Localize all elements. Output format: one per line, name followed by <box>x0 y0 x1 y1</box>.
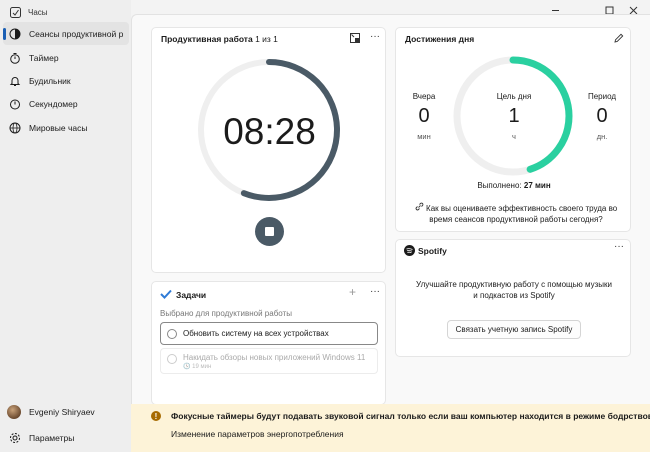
user-account[interactable]: Evgeniy Shiryaev <box>7 405 95 419</box>
stat-value: 1 <box>508 105 520 127</box>
spotify-card: Spotify ··· Улучшайте продуктивную работ… <box>395 239 631 357</box>
app-title-bar: Часы <box>9 6 48 18</box>
stat-streak: Период 0 дн. <box>584 92 620 141</box>
avatar <box>7 405 21 419</box>
rate-productivity-link[interactable]: Как вы оцениваете эффективность своего т… <box>410 202 622 225</box>
spotify-more-button[interactable]: ··· <box>614 241 624 252</box>
completed-value: 27 мин <box>523 181 551 190</box>
completed-today: Выполнено: 27 мин <box>396 181 632 190</box>
focus-more-button[interactable]: ··· <box>370 31 380 42</box>
completed-label: Выполнено: <box>477 181 522 190</box>
stopwatch-icon <box>9 98 21 110</box>
sidebar-item-label: Будильник <box>29 75 71 86</box>
sidebar-item-world-clock[interactable]: Мировые часы <box>3 116 129 139</box>
spotify-icon <box>404 245 415 258</box>
gear-icon <box>9 432 21 444</box>
sidebar-item-settings[interactable]: Параметры <box>3 426 129 449</box>
task-label: Накидать обзоры новых приложений Windows… <box>183 353 366 362</box>
task-duration: 🕓 19 мин <box>183 364 212 370</box>
spotify-title: Spotify <box>418 246 447 256</box>
sidebar-item-label: Сеансы продуктивной р <box>29 28 124 39</box>
stat-unit: ч <box>512 132 516 141</box>
add-task-button[interactable]: + <box>349 285 356 299</box>
rate-productivity-text: Как вы оцениваете эффективность своего т… <box>426 204 618 224</box>
user-name: Evgeniy Shiryaev <box>29 407 95 417</box>
stat-label: Цель дня <box>496 92 532 101</box>
sidebar-item-focus[interactable]: Сеансы продуктивной р <box>3 22 129 45</box>
pencil-icon <box>614 33 624 43</box>
app-title: Часы <box>28 7 48 17</box>
sidebar-item-alarm[interactable]: Будильник <box>3 69 129 92</box>
task-item[interactable]: Накидать обзоры новых приложений Windows… <box>160 348 378 374</box>
stat-unit: дн. <box>596 132 608 141</box>
link-icon <box>415 202 426 213</box>
edit-goals-button[interactable] <box>614 33 624 45</box>
achievements-title: Достижения дня <box>405 34 475 44</box>
focus-title-text: Продуктивная работа <box>161 34 253 44</box>
stat-unit: мин <box>417 132 431 141</box>
stat-yesterday: Вчера 0 мин <box>408 92 440 141</box>
sidebar: Часы Сеансы продуктивной р Таймер Будиль… <box>0 0 131 452</box>
todo-icon <box>160 289 172 301</box>
task-label: Обновить систему на всех устройствах <box>183 329 329 338</box>
stat-daily-goal: Цель дня 1 ч <box>489 92 539 141</box>
tasks-more-button[interactable]: ··· <box>370 286 380 297</box>
power-settings-link[interactable]: Изменение параметров энергопотребления <box>171 429 344 439</box>
clock-app-icon <box>9 6 21 18</box>
globe-icon <box>9 122 21 134</box>
focus-card: Продуктивная работа 1 из 1 ··· 08:28 <box>151 27 386 273</box>
spotify-description: Улучшайте продуктивную работу с помощью … <box>416 280 612 300</box>
tasks-hint: Выбрано для продуктивной работы <box>160 309 292 318</box>
banner-message: Фокусные таймеры будут подавать звуковой… <box>171 411 650 421</box>
focus-icon <box>9 28 21 40</box>
sidebar-item-label: Мировые часы <box>29 122 88 133</box>
alarm-icon <box>9 75 21 87</box>
achievements-card: Достижения дня Вчера 0 мин Цель дня 1 ч … <box>395 27 631 232</box>
warning-icon: ! <box>151 411 161 421</box>
focus-title: Продуктивная работа 1 из 1 <box>161 34 278 44</box>
task-checkbox[interactable] <box>167 328 177 339</box>
sidebar-item-stopwatch[interactable]: Секундомер <box>3 92 129 115</box>
timer-icon <box>9 52 21 64</box>
compact-mode-button[interactable] <box>350 33 360 45</box>
sidebar-item-label: Таймер <box>29 52 59 63</box>
task-checkbox[interactable] <box>167 354 177 364</box>
link-spotify-button[interactable]: Связать учетную запись Spotify <box>447 320 581 339</box>
sidebar-item-timer[interactable]: Таймер <box>3 46 129 69</box>
tasks-title: Задачи <box>176 290 207 300</box>
stat-label: Период <box>587 92 617 101</box>
stat-label: Вчера <box>412 92 436 101</box>
stat-value: 0 <box>418 105 430 127</box>
task-item-selected[interactable]: Обновить систему на всех устройствах <box>160 322 378 345</box>
tasks-card: Задачи + ··· Выбрано для продуктивной ра… <box>151 281 386 405</box>
stop-button[interactable] <box>255 217 284 246</box>
stop-icon <box>265 227 274 236</box>
sidebar-item-label: Параметры <box>29 432 75 443</box>
focus-time-remaining: 08:28 <box>223 111 316 152</box>
info-banner: ! Фокусные таймеры будут подавать звуков… <box>131 404 650 452</box>
sidebar-item-label: Секундомер <box>29 98 78 109</box>
compact-overlay-icon <box>350 33 360 43</box>
stat-value: 0 <box>596 105 608 127</box>
focus-session-count: 1 из 1 <box>255 34 278 44</box>
